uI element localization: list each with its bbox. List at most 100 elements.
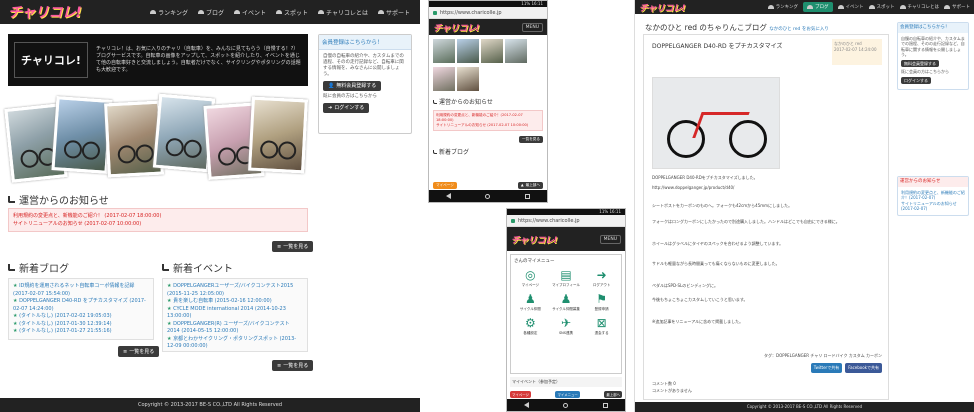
- favorite-link[interactable]: なかのひと red をお気に入り: [769, 27, 829, 32]
- nav-blog[interactable]: ブログ: [197, 8, 224, 17]
- tile-profile[interactable]: ▤ マイプロフィール: [550, 267, 583, 288]
- mymenu-button[interactable]: マイメニュー: [555, 390, 580, 398]
- login-button[interactable]: ログインする: [901, 76, 931, 84]
- tile-registration[interactable]: ⚑ 登録申請: [585, 291, 618, 312]
- event-item[interactable]: 貴を楽しむ自転車 (2015-02-16 12:00:00): [167, 298, 303, 306]
- bicycle-icon: [767, 5, 774, 9]
- bike-photo[interactable]: [505, 39, 527, 63]
- mypage-button[interactable]: マイページ: [433, 181, 457, 189]
- list-icon: ≡: [277, 243, 282, 250]
- tile-friends-recruit[interactable]: ♟ サイクル仲間募集: [550, 291, 583, 312]
- back-icon[interactable]: [524, 402, 530, 408]
- twitter-share-button[interactable]: Twitterで共有: [810, 363, 843, 373]
- nav-support[interactable]: サポート: [944, 2, 970, 12]
- tile-settings[interactable]: ⚙ 各種設定: [514, 315, 547, 336]
- nav-ranking[interactable]: ランキング: [150, 8, 188, 17]
- nav-ranking[interactable]: ランキング: [767, 2, 798, 12]
- blog-item[interactable]: DOPPELGANGER D40-RD をプチカスタマイズ (2017-02-0…: [13, 298, 149, 313]
- nav-spot[interactable]: スポット: [276, 8, 308, 17]
- menu-button[interactable]: MENU: [599, 234, 621, 244]
- event-more-button[interactable]: ≡ 一覧を見る: [272, 360, 314, 371]
- rss-icon: [8, 196, 15, 203]
- notice-heading: 運営からのお知らせ: [8, 192, 109, 207]
- bike-photo[interactable]: [433, 39, 455, 63]
- blog-item[interactable]: (タイトルなし) (2017-01-30 12:39:14): [13, 321, 149, 329]
- recents-icon[interactable]: [524, 193, 530, 199]
- notice-more-button[interactable]: 一覧を見る: [519, 136, 543, 143]
- notice-more-button[interactable]: ≡ 一覧を見る: [272, 241, 314, 252]
- site-logo[interactable]: チャリコレ!: [8, 2, 82, 22]
- address-bar[interactable]: https://www.charicolle.jp: [507, 215, 625, 227]
- nav-event[interactable]: イベント: [837, 2, 864, 12]
- post-paragraph: 今後もちょこちょこカスタムしていこうと思います。: [652, 297, 748, 302]
- home-icon[interactable]: [563, 402, 569, 408]
- post-paragraph: ホイールはグラベルにタイヤのスペックを合わせるよう調整しています。: [652, 241, 784, 246]
- bike-photo[interactable]: [481, 39, 503, 63]
- blog-heading: 新着ブログ: [433, 147, 543, 156]
- member-signup-title: 会員登録はこちらから！: [898, 23, 968, 33]
- site-logo[interactable]: チャリコレ!: [639, 1, 686, 14]
- tile-sns[interactable]: ✈ SNS連携: [550, 315, 583, 336]
- nav-menu: ランキング ブログ イベント スポット チャリコレとは サポート: [767, 2, 970, 12]
- bike-photo[interactable]: [433, 67, 455, 91]
- nav-support[interactable]: サポート: [377, 8, 410, 17]
- blog-title: なかのひと red のちゃりんこブログ なかのひと red をお気に入り: [645, 23, 829, 32]
- blog-heading: 新着ブログ: [8, 260, 69, 275]
- notice-item[interactable]: サイトリニューアルのお知らせ (2017-02-07 10:00:00): [13, 220, 303, 228]
- nav-blog[interactable]: ブログ: [803, 2, 833, 12]
- event-item[interactable]: DOPPELGANGERユーザーズ/バイクコンテスト2015 (2015-11-…: [167, 283, 303, 298]
- login-button[interactable]: ➜ ログインする: [323, 103, 370, 113]
- scroll-top-button[interactable]: ▲ 最上部へ: [517, 181, 543, 189]
- blog-item[interactable]: (タイトルなし) (2017-01-27 21:55:16): [13, 328, 149, 336]
- recents-icon[interactable]: [602, 402, 608, 408]
- event-item[interactable]: CYCLE MODE international 2014 (2014-10-2…: [167, 306, 303, 321]
- desktop-blog-screenshot: チャリコレ! ランキング ブログ イベント スポット チャリコレとは サポート …: [634, 0, 974, 412]
- scroll-top-button[interactable]: 最上部へ: [604, 390, 622, 398]
- bike-photo[interactable]: [248, 96, 308, 174]
- site-logo[interactable]: チャリコレ!: [433, 21, 480, 34]
- post-paragraph: DOPPELGANGER D40-RDをプチカスタマイズしました。: [652, 175, 758, 180]
- bike-photo[interactable]: [457, 39, 479, 63]
- blog-item[interactable]: (タイトルなし) (2017-02-02 19:05:03): [13, 313, 149, 321]
- post-link[interactable]: http://www.doppelganger.jp/product/d40/: [652, 185, 882, 191]
- post-paragraph: サドルも軽量ながら長時間乗っても痛くならないものに変更しました。: [652, 261, 780, 266]
- post-image[interactable]: [652, 77, 780, 169]
- site-logo[interactable]: チャリコレ!: [511, 233, 558, 246]
- nav-spot[interactable]: スポット: [868, 2, 895, 12]
- notice-item[interactable]: 利用規約の変更点と、新機能のご紹介！ (2017-02-07 18:00:00): [13, 212, 303, 220]
- tile-friends[interactable]: ♟ サイクル仲間: [514, 291, 547, 312]
- facebook-share-button[interactable]: Facebookで共有: [845, 363, 882, 373]
- android-nav-bar: [507, 399, 625, 411]
- back-icon[interactable]: [446, 193, 452, 199]
- event-item[interactable]: 京都とわかサイクリング・ポタリングスポット (2013-12-09 00:00:…: [167, 336, 303, 351]
- gear-icon: ⚙: [524, 316, 536, 330]
- nav-about[interactable]: チャリコレとは: [899, 2, 939, 12]
- address-bar[interactable]: https://www.charicolle.jp: [429, 7, 547, 19]
- blog-item[interactable]: ID規約を運用されるネット自転車コーポ情報を記録 (2017-02-07 15:…: [13, 283, 149, 298]
- tile-withdraw[interactable]: ⊠ 退会する: [585, 315, 618, 336]
- post-tags[interactable]: タグ：DOPPELGANGER チャリ ロードバイク カスタム カーボン: [652, 353, 882, 359]
- hero-description: チャリコレ！は、お気に入りのチャリ（自転車）を、みんなに見てもらう（自慢する！?…: [96, 46, 301, 73]
- nav-about[interactable]: チャリコレとは: [318, 8, 368, 17]
- home-icon[interactable]: [485, 193, 491, 199]
- nav-event[interactable]: イベント: [234, 8, 266, 17]
- tile-logout[interactable]: ➜ ログアウト: [585, 267, 618, 288]
- notice-item[interactable]: 利用規約の変更点と、新機能のご紹介！(2017-02-07 18:00:00): [436, 113, 540, 123]
- photo-collage: [4, 92, 308, 184]
- notice-item[interactable]: サイトリニューアルのお知らせ (2017-02-07): [901, 201, 965, 212]
- event-item[interactable]: DOPPELGANGER(R) ユーザーズ/バイクコンテスト 2014 (201…: [167, 321, 303, 336]
- footer: Copyright © 2013-2017 BE-S CO.,LTD All R…: [635, 402, 974, 412]
- notice-item[interactable]: 利用規約の変更点と、新機能のご紹介！(2017-02-07): [901, 190, 965, 201]
- blog-more-button[interactable]: ≡ 一覧を見る: [118, 346, 160, 357]
- phone-nav: チャリコレ! MENU: [507, 227, 625, 251]
- member-signup-title: 会員登録はこちらから！: [319, 35, 411, 50]
- mypage-button[interactable]: マイページ: [510, 390, 531, 398]
- register-button[interactable]: 無料会員登録する: [901, 59, 939, 67]
- register-button[interactable]: 👤 無料会員登録する: [323, 81, 382, 91]
- bike-photo[interactable]: [457, 67, 479, 91]
- menu-button[interactable]: MENU: [521, 22, 543, 32]
- logout-icon: ➜: [596, 268, 607, 282]
- notice-item[interactable]: サイトリニューアルのお知らせ (2017-02-07 10:00:00): [436, 123, 540, 128]
- my-events-section[interactable]: マイイベント（参加予定）: [510, 377, 622, 387]
- tile-mypage[interactable]: ◎ マイページ: [514, 267, 547, 288]
